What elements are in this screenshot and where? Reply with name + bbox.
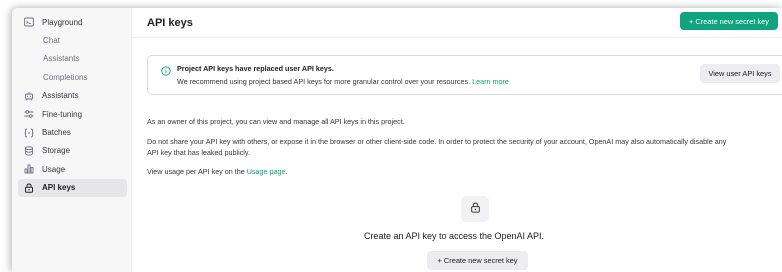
view-user-api-keys-button[interactable]: View user API keys: [700, 64, 780, 83]
sidebar-item-label: Assistants: [42, 91, 79, 101]
main-content: API keys + Create new secret key Project…: [132, 8, 782, 272]
sidebar-item-completions[interactable]: Completions: [18, 68, 127, 86]
sidebar-item-label: Batches: [42, 128, 71, 138]
sliders-icon: [24, 109, 34, 119]
lock-icon: [470, 200, 481, 218]
lock-icon: [24, 183, 34, 193]
empty-state-icon-box: [461, 196, 489, 222]
sidebar-item-assistants-playground[interactable]: Assistants: [18, 50, 127, 68]
sidebar-item-usage[interactable]: Usage: [18, 160, 127, 178]
sidebar: Playground Chat Assistants Completions A…: [12, 8, 132, 272]
info-icon: [161, 63, 171, 76]
create-secret-key-button[interactable]: + Create new secret key: [680, 12, 778, 30]
sidebar-item-label: API keys: [42, 183, 76, 193]
sidebar-item-playground[interactable]: Playground: [18, 13, 127, 31]
empty-state-title: Create an API key to access the OpenAI A…: [363, 231, 545, 241]
app-window: Playground Chat Assistants Completions A…: [12, 8, 782, 272]
security-warning-line2: API key that has leaked publicly.: [147, 148, 250, 157]
create-secret-key-empty-button[interactable]: + Create new secret key: [427, 251, 528, 270]
sidebar-item-label: Fine-tuning: [42, 109, 83, 119]
sidebar-item-batches[interactable]: Batches: [18, 123, 127, 141]
sidebar-item-assistants[interactable]: Assistants: [18, 87, 127, 105]
sidebar-item-storage[interactable]: Storage: [18, 142, 127, 160]
bar-chart-icon: [24, 164, 34, 174]
banner-title: Project API keys have replaced user API …: [177, 64, 334, 73]
usage-info-end: .: [285, 167, 288, 176]
terminal-icon: [24, 17, 34, 27]
sidebar-item-label: Chat: [43, 36, 60, 46]
sidebar-item-label: Completions: [43, 72, 88, 82]
owner-info-text: As an owner of this project, you can vie…: [147, 117, 405, 126]
info-banner: Project API keys have replaced user API …: [147, 55, 782, 95]
banner-message: We recommend using project based API key…: [177, 77, 471, 86]
sidebar-item-api-keys[interactable]: API keys: [18, 178, 127, 197]
sidebar-item-label: Playground: [42, 17, 83, 27]
usage-info-label: View usage per API key on the: [147, 167, 245, 176]
usage-info-text: View usage per API key on the Usage page…: [147, 166, 288, 177]
sidebar-item-label: Usage: [42, 164, 66, 174]
robot-icon: [24, 91, 34, 101]
security-warning-line1: Do not share your API key with others, o…: [147, 137, 727, 146]
sidebar-item-chat[interactable]: Chat: [18, 31, 127, 49]
database-icon: [24, 146, 34, 156]
braces-icon: [24, 128, 34, 138]
sidebar-item-label: Assistants: [43, 54, 80, 64]
learn-more-link[interactable]: Learn more: [472, 77, 509, 86]
page-title: API keys: [147, 16, 193, 29]
usage-page-link[interactable]: Usage page: [247, 167, 286, 176]
sidebar-item-fine-tuning[interactable]: Fine-tuning: [18, 105, 127, 123]
sidebar-item-label: Storage: [42, 146, 71, 156]
banner-text: We recommend using project based API key…: [177, 77, 509, 86]
